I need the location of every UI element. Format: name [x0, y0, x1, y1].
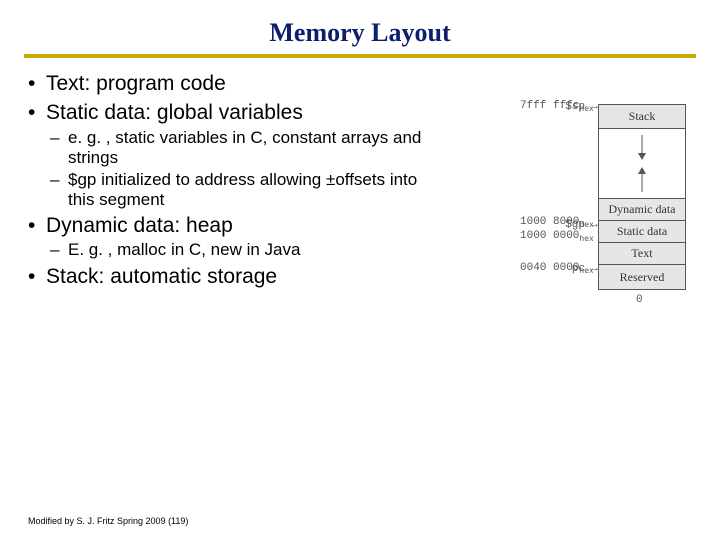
addr-suffix: hex: [579, 221, 593, 230]
bullet-text: Text: program code: [24, 72, 424, 97]
bullet-static: Static data: global variables e. g. , st…: [24, 101, 424, 210]
seg-stack: Stack: [598, 104, 686, 128]
arrow-down-icon: [638, 153, 646, 160]
addr-zero: 0: [636, 294, 643, 306]
bullet-label: Static data: global variables: [46, 101, 303, 124]
seg-gap: [598, 128, 686, 198]
subbullet: e. g. , static variables in C, constant …: [46, 128, 424, 168]
bullet-dynamic: Dynamic data: heap E. g. , malloc in C, …: [24, 214, 424, 261]
addr-suffix: hex: [579, 267, 593, 276]
addr-top: 7fff fffchex: [520, 100, 594, 114]
addr-value: 1000 0000: [520, 230, 579, 242]
seg-dynamic: Dynamic data: [598, 198, 686, 220]
subbullet: $gp initialized to address allowing ±off…: [46, 170, 424, 210]
arrow-up-icon: [638, 167, 646, 174]
addr-suffix: hex: [579, 235, 593, 244]
subbullet: E. g. , malloc in C, new in Java: [46, 240, 424, 260]
seg-text: Text: [598, 242, 686, 264]
addr-value: 0040 0000: [520, 262, 579, 274]
seg-reserved: Reserved: [598, 264, 686, 290]
footer-text: Modified by S. J. Fritz Spring 2009 (119…: [28, 516, 188, 526]
content-row: Text: program code Static data: global v…: [24, 72, 696, 293]
bullet-label: Text: program code: [46, 72, 226, 95]
arrow-up-icon: [642, 174, 643, 192]
addr-suffix: hex: [579, 105, 593, 114]
slide: Memory Layout Text: program code Static …: [0, 0, 720, 540]
addr-gp1: 1000 8000hex: [520, 216, 594, 230]
title-rule: [24, 54, 696, 58]
bullet-label: Dynamic data: heap: [46, 214, 233, 237]
bullet-label: Stack: automatic storage: [46, 265, 277, 288]
memory-diagram: $sp→ 7fff fffchex $gp→ 1000 8000hex 1000…: [430, 104, 696, 293]
slide-title: Memory Layout: [24, 18, 696, 54]
bullet-list: Text: program code Static data: global v…: [24, 72, 424, 293]
seg-static: Static data: [598, 220, 686, 242]
arrow-down-icon: [642, 135, 643, 153]
memory-column: Stack Dynamic data Static data Text Rese…: [598, 104, 686, 290]
addr-gp2: 1000 0000hex: [520, 230, 594, 244]
bullet-stack: Stack: automatic storage: [24, 265, 424, 290]
addr-pc: 0040 0000hex: [520, 262, 594, 276]
addr-value: 7fff fffc: [520, 100, 579, 112]
addr-value: 1000 8000: [520, 216, 579, 228]
